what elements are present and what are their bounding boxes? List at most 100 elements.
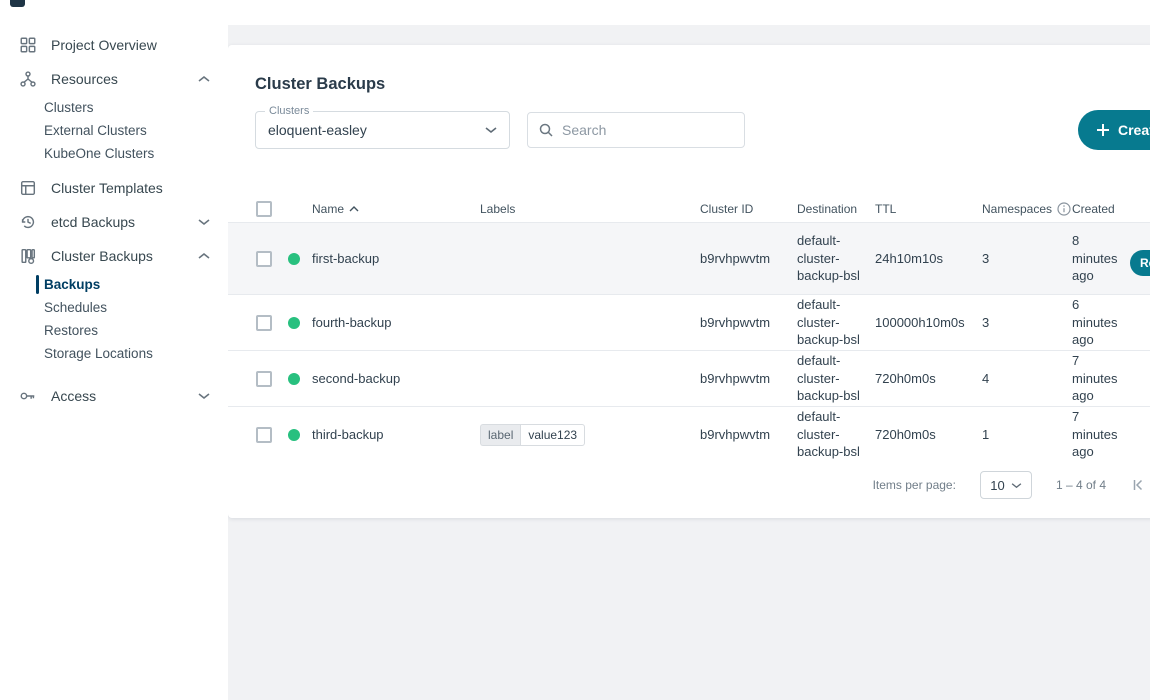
column-header-ttl: TTL: [875, 202, 982, 216]
backup-destination: default-cluster-backup-bsl: [797, 408, 875, 461]
backup-name: fourth-backup: [312, 315, 480, 330]
topbar: [0, 0, 1150, 25]
backup-cluster-id: b9rvhpwvtm: [700, 371, 797, 386]
sidebar-item-access[interactable]: Access: [0, 379, 228, 413]
sidebar-item-kubeone-clusters[interactable]: KubeOne Clusters: [0, 142, 228, 165]
row-checkbox[interactable]: [256, 315, 272, 331]
logo: [10, 0, 25, 7]
table-row[interactable]: second-backup b9rvhpwvtm default-cluster…: [228, 350, 1150, 406]
template-icon: [18, 178, 38, 198]
pagination: Items per page: 10 1 – 4 of 4: [228, 470, 1150, 500]
column-header-namespaces: Namespaces: [982, 202, 1072, 216]
column-header-name[interactable]: Name: [312, 202, 480, 216]
row-checkbox[interactable]: [256, 371, 272, 387]
search-icon: [538, 122, 554, 138]
chevron-down-icon: [1011, 482, 1022, 489]
info-icon[interactable]: [1057, 202, 1071, 216]
backup-name: second-backup: [312, 371, 480, 386]
backup-namespaces: 3: [982, 315, 1072, 330]
chevron-down-icon: [198, 218, 210, 226]
grid-icon: [18, 35, 38, 55]
sidebar-item-label: Backups: [44, 277, 100, 292]
status-healthy-dot: [288, 317, 300, 329]
row-checkbox[interactable]: [256, 251, 272, 267]
label-chip: label value123: [480, 424, 585, 446]
backup-name: first-backup: [312, 251, 480, 266]
row-checkbox[interactable]: [256, 427, 272, 443]
backup-destination: default-cluster-backup-bsl: [797, 232, 875, 285]
table-header-row: Name Labels Cluster ID Destination TTL: [228, 196, 1150, 222]
backup-namespaces: 4: [982, 371, 1072, 386]
first-page-icon[interactable]: [1130, 477, 1146, 493]
backups-table: Name Labels Cluster ID Destination TTL: [228, 196, 1150, 462]
history-icon: [18, 212, 38, 232]
chevron-down-icon: [485, 126, 497, 134]
sidebar-item-label: Schedules: [44, 300, 107, 315]
sidebar-item-label: Cluster Templates: [51, 180, 163, 196]
backup-labels: label value123: [480, 424, 700, 446]
select-all-checkbox[interactable]: [256, 201, 272, 217]
backup-ttl: 100000h10m0s: [875, 315, 982, 330]
backup-created: 8 minutes ago: [1072, 232, 1122, 285]
table-row[interactable]: third-backup label value123 b9rvhpwvtm d…: [228, 406, 1150, 462]
backup-namespaces: 1: [982, 427, 1072, 442]
backup-created: 6 minutes ago: [1072, 296, 1122, 349]
search-input[interactable]: [562, 122, 734, 138]
backup-ttl: 720h0m0s: [875, 427, 982, 442]
sort-ascending-icon: [349, 206, 359, 212]
sidebar-item-project-overview[interactable]: Project Overview: [0, 28, 228, 62]
backup-created: 7 minutes ago: [1072, 352, 1122, 405]
sidebar-item-label: Access: [51, 388, 96, 404]
backup-destination: default-cluster-backup-bsl: [797, 296, 875, 349]
sidebar-item-label: Cluster Backups: [51, 248, 153, 264]
backup-cluster-id: b9rvhpwvtm: [700, 427, 797, 442]
restore-button[interactable]: Restore: [1130, 250, 1150, 276]
status-healthy-dot: [288, 253, 300, 265]
sidebar-item-backups[interactable]: Backups: [0, 273, 228, 296]
sidebar-item-cluster-templates[interactable]: Cluster Templates: [0, 171, 228, 205]
create-button[interactable]: Create: [1078, 110, 1150, 150]
pagination-range: 1 – 4 of 4: [1056, 478, 1106, 492]
filters-row: Clusters eloquent-easley: [255, 110, 1150, 150]
column-header-created: Created: [1072, 202, 1122, 216]
status-healthy-dot: [288, 429, 300, 441]
sidebar-item-cluster-backups[interactable]: Cluster Backups: [0, 239, 228, 273]
table-row[interactable]: fourth-backup b9rvhpwvtm default-cluster…: [228, 294, 1150, 350]
sidebar-item-label: Clusters: [44, 100, 94, 115]
sidebar-item-resources[interactable]: Resources: [0, 62, 228, 96]
clusters-select-label: Clusters: [265, 105, 313, 117]
page-title: Cluster Backups: [255, 75, 1150, 94]
chevron-down-icon: [198, 392, 210, 400]
sidebar-item-label: External Clusters: [44, 123, 147, 138]
sidebar-item-label: etcd Backups: [51, 214, 135, 230]
backup-cluster-id: b9rvhpwvtm: [700, 315, 797, 330]
column-header-destination: Destination: [797, 202, 875, 216]
sidebar-item-etcd-backups[interactable]: etcd Backups: [0, 205, 228, 239]
status-healthy-dot: [288, 373, 300, 385]
items-per-page-label: Items per page:: [873, 478, 956, 492]
chevron-up-icon: [198, 75, 210, 83]
page-size-select[interactable]: 10: [980, 471, 1032, 499]
sidebar-item-label: Project Overview: [51, 37, 157, 53]
sidebar-item-storage-locations[interactable]: Storage Locations: [0, 342, 228, 365]
cluster-icon: [18, 69, 38, 89]
sidebar-item-clusters[interactable]: Clusters: [0, 96, 228, 119]
backup-icon: [18, 246, 38, 266]
sidebar-item-schedules[interactable]: Schedules: [0, 296, 228, 319]
chevron-up-icon: [198, 252, 210, 260]
backup-ttl: 720h0m0s: [875, 371, 982, 386]
sidebar-item-label: KubeOne Clusters: [44, 146, 154, 161]
backup-created: 7 minutes ago: [1072, 408, 1122, 461]
backup-cluster-id: b9rvhpwvtm: [700, 251, 797, 266]
main-content: Cluster Backups Clusters eloquent-easley…: [228, 25, 1150, 700]
table-row[interactable]: first-backup b9rvhpwvtm default-cluster-…: [228, 222, 1150, 294]
clusters-select-value: eloquent-easley: [268, 122, 485, 138]
sidebar: Project Overview Resources Clusters Exte…: [0, 0, 228, 700]
sidebar-item-restores[interactable]: Restores: [0, 319, 228, 342]
sidebar-item-external-clusters[interactable]: External Clusters: [0, 119, 228, 142]
search-field: [527, 112, 745, 148]
backup-name: third-backup: [312, 427, 480, 442]
clusters-select[interactable]: Clusters eloquent-easley: [255, 111, 510, 149]
key-icon: [18, 386, 38, 406]
backup-destination: default-cluster-backup-bsl: [797, 352, 875, 405]
